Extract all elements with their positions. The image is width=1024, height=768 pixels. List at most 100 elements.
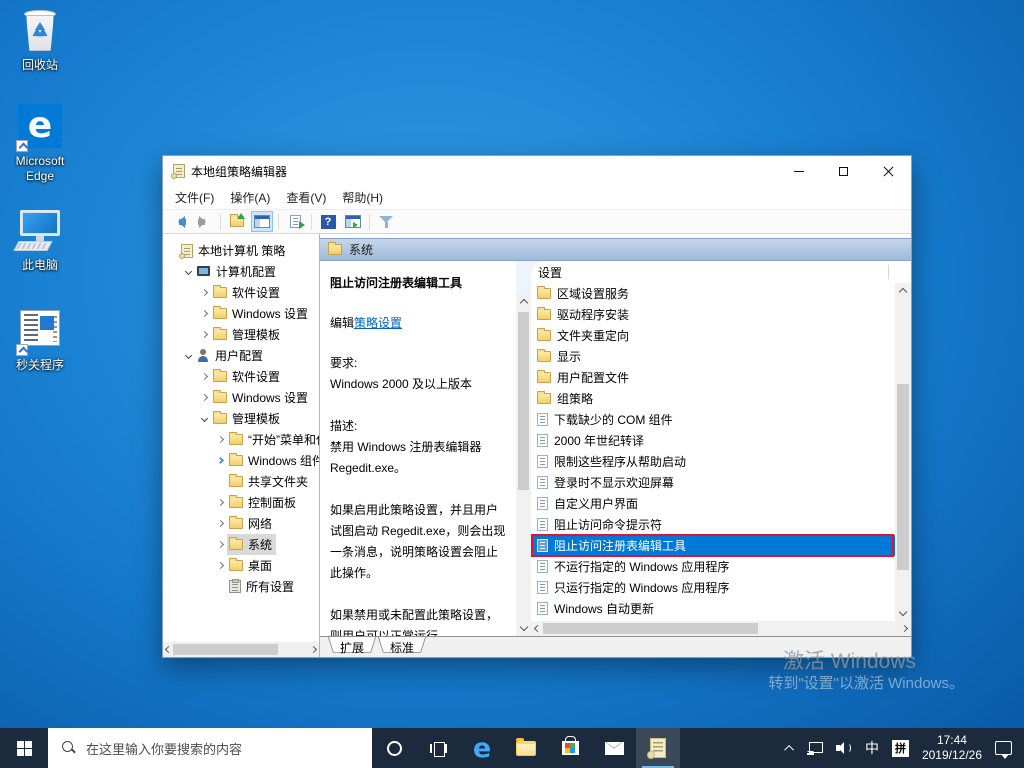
volume-icon[interactable] — [835, 741, 852, 755]
chevron-icon[interactable] — [198, 288, 211, 297]
search-input[interactable]: 在这里输入你要搜索的内容 — [48, 728, 372, 768]
ime-mode-indicator[interactable]: 拼 — [891, 739, 909, 757]
chevron-icon[interactable] — [214, 540, 227, 549]
tree-item[interactable]: 管理模板 — [163, 408, 319, 429]
chevron-icon[interactable] — [214, 498, 227, 507]
policy-setting-link[interactable]: 策略设置 — [354, 316, 402, 330]
list-item[interactable]: 显示 — [531, 346, 895, 367]
taskbar-cortana-button[interactable] — [372, 728, 416, 768]
tab-standard[interactable]: 标准 — [378, 637, 426, 657]
tree-item[interactable]: 桌面 — [163, 555, 319, 576]
list-item[interactable]: 用户配置文件 — [531, 367, 895, 388]
show-console-tree-button[interactable] — [251, 211, 273, 232]
up-one-level-button[interactable] — [226, 211, 248, 232]
chevron-icon[interactable] — [198, 414, 211, 423]
chevron-icon[interactable] — [198, 309, 211, 318]
scroll-up-icon[interactable] — [519, 298, 528, 308]
chevron-icon[interactable] — [182, 267, 195, 276]
list-item[interactable]: 区域设置服务 — [531, 283, 895, 304]
tree-item[interactable]: 本地计算机 策略 — [163, 240, 319, 261]
network-icon[interactable] — [806, 741, 823, 755]
action-center-icon[interactable] — [995, 741, 1012, 759]
list-item[interactable]: 登录时不显示欢迎屏幕 — [531, 472, 895, 493]
desktop-icon-recycle-bin[interactable]: 回收站 — [1, 8, 79, 73]
tree-item[interactable]: Windows 设置 — [163, 387, 319, 408]
list-item[interactable]: 2000 年世纪转译 — [531, 430, 895, 451]
list-item[interactable]: 限制这些程序从帮助启动 — [531, 451, 895, 472]
list-item[interactable]: 自定义用户界面 — [531, 493, 895, 514]
desktop-icon-this-pc[interactable]: 此电脑 — [1, 208, 79, 273]
scroll-left-icon[interactable] — [164, 645, 173, 654]
tree-item[interactable]: 软件设置 — [163, 366, 319, 387]
settings-column-header[interactable]: 设置 — [531, 261, 911, 283]
list-vertical-scrollbar[interactable] — [895, 283, 911, 621]
taskbar-clock[interactable]: 17:44 2019/12/26 — [922, 733, 982, 763]
scrollbar-thumb[interactable] — [518, 312, 529, 490]
taskbar-store-button[interactable] — [548, 728, 592, 768]
ime-language-indicator[interactable]: 中 — [865, 738, 879, 758]
desktop-icon-edge[interactable]: e Microsoft Edge — [1, 104, 79, 184]
list-item[interactable]: 驱动程序安装 — [531, 304, 895, 325]
list-item[interactable]: 只运行指定的 Windows 应用程序 — [531, 577, 895, 598]
tree-item[interactable]: 控制面板 — [163, 492, 319, 513]
scroll-up-icon[interactable] — [898, 287, 908, 297]
chevron-icon[interactable] — [182, 351, 195, 360]
minimize-button[interactable] — [776, 156, 821, 186]
list-item[interactable]: 文件夹重定向 — [531, 325, 895, 346]
tree-item[interactable]: 计算机配置 — [163, 261, 319, 282]
maximize-button[interactable] — [821, 156, 866, 186]
chevron-icon[interactable] — [214, 519, 227, 528]
taskbar-gpedit-button[interactable] — [636, 728, 680, 768]
list-item[interactable]: 不运行指定的 Windows 应用程序 — [531, 556, 895, 577]
help-button[interactable]: ? — [317, 211, 339, 232]
scroll-left-icon[interactable] — [533, 624, 542, 633]
list-item-selected[interactable]: 阻止访问注册表编辑工具 — [531, 534, 895, 557]
show-properties-button[interactable] — [342, 211, 364, 232]
taskbar-task-view-button[interactable] — [416, 728, 460, 768]
chevron-icon[interactable] — [214, 456, 227, 465]
tree-item[interactable]: Windows 设置 — [163, 303, 319, 324]
list-item[interactable]: 阻止访问命令提示符 — [531, 514, 895, 535]
chevron-icon[interactable] — [214, 435, 227, 444]
scroll-right-icon[interactable] — [309, 645, 318, 654]
title-bar[interactable]: 本地组策略编辑器 — [163, 156, 911, 186]
tree-item[interactable]: 网络 — [163, 513, 319, 534]
tree-item[interactable]: 用户配置 — [163, 345, 319, 366]
desktop-icon-quick-close-app[interactable]: 秒关程序 — [1, 308, 79, 373]
tree-item[interactable]: 系统 — [163, 534, 319, 555]
taskbar-edge-button[interactable]: e — [460, 728, 504, 768]
list-item[interactable]: Windows 自动更新 — [531, 598, 895, 619]
menu-item-3[interactable]: 帮助(H) — [334, 186, 391, 209]
tree-item[interactable]: 共享文件夹 — [163, 471, 319, 492]
chevron-icon[interactable] — [198, 372, 211, 381]
list-item[interactable]: 组策略 — [531, 388, 895, 409]
scroll-down-icon[interactable] — [519, 622, 528, 632]
list-horizontal-scrollbar[interactable] — [531, 621, 911, 636]
chevron-icon[interactable] — [214, 561, 227, 570]
scrollbar-thumb[interactable] — [897, 384, 909, 571]
export-list-button[interactable] — [284, 211, 306, 232]
menu-item-2[interactable]: 查看(V) — [278, 186, 334, 209]
scrollbar-thumb[interactable] — [173, 644, 278, 655]
back-button[interactable] — [168, 211, 190, 232]
menu-item-1[interactable]: 操作(A) — [222, 186, 278, 209]
chevron-icon[interactable] — [198, 393, 211, 402]
description-scrollbar[interactable] — [516, 294, 531, 636]
forward-button[interactable] — [193, 211, 215, 232]
scroll-right-icon[interactable] — [900, 624, 909, 633]
tree-item[interactable]: 管理模板 — [163, 324, 319, 345]
scroll-down-icon[interactable] — [898, 607, 908, 617]
filter-button[interactable] — [375, 211, 397, 232]
taskbar-mail-button[interactable] — [592, 728, 636, 768]
taskbar-file-explorer-button[interactable] — [504, 728, 548, 768]
tree-item[interactable]: 软件设置 — [163, 282, 319, 303]
start-button[interactable] — [0, 728, 48, 768]
scrollbar-thumb[interactable] — [543, 623, 758, 634]
tray-overflow-icon[interactable] — [784, 744, 794, 755]
tree-item[interactable]: “开始”菜单和任务栏 — [163, 429, 319, 450]
tree-item[interactable]: Windows 组件 — [163, 450, 319, 471]
menu-item-0[interactable]: 文件(F) — [167, 186, 222, 209]
tree-horizontal-scrollbar[interactable] — [163, 642, 319, 657]
tab-extended[interactable]: 扩展 — [328, 637, 376, 657]
chevron-icon[interactable] — [198, 330, 211, 339]
